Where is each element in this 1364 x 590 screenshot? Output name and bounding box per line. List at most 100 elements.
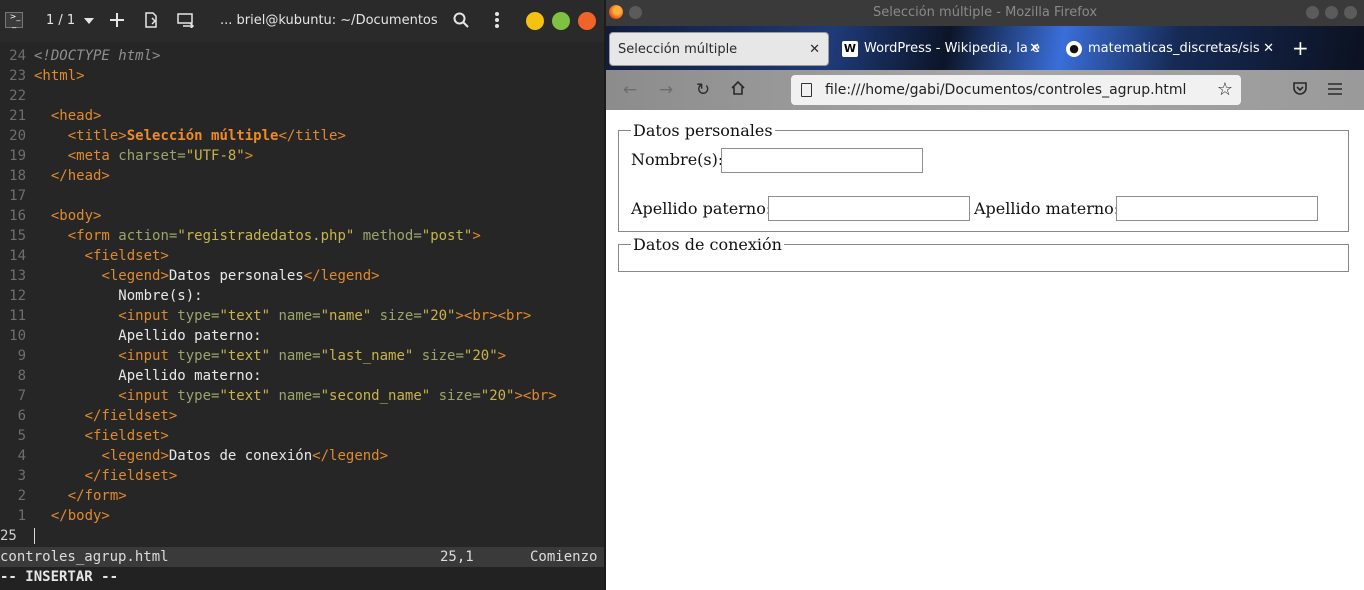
terminal-title: ... briel@kubuntu: ~/Documentos: [220, 13, 438, 28]
tab-counter[interactable]: 1 / 1: [46, 13, 75, 28]
code-line[interactable]: 23 <html>: [0, 66, 604, 86]
new-tab-plus-icon[interactable]: +: [1292, 38, 1309, 58]
line-number: 10: [9, 328, 26, 344]
code-token: size=: [413, 348, 464, 364]
input-apellido-materno[interactable]: [1116, 196, 1318, 221]
code-editor[interactable]: 24 <!DOCTYPE html> 23 <html> 22 21 <head> 20 <…: [0, 46, 604, 546]
code-token: Apellido materno:: [34, 368, 262, 384]
chevron-down-icon[interactable]: [80, 12, 98, 30]
code-line[interactable]: 13 <legend>Datos personales</legend>: [0, 266, 604, 286]
vim-mode-indicator: -- INSERTAR --: [0, 567, 604, 590]
code-token: </form>: [67, 488, 127, 504]
tab-label: matematicas_discretas/sis: [1088, 41, 1260, 56]
fieldset-datos-conexion: Datos de conexión: [618, 235, 1349, 272]
terminal-toolbar: >_ _ 1 / 1 ... briel@kubuntu: ~/Document…: [0, 0, 604, 42]
close-button[interactable]: [578, 12, 596, 30]
code-token: </title>: [278, 128, 346, 144]
code-line[interactable]: 14 <fieldset>: [0, 246, 604, 266]
code-line[interactable]: 9 <input type="text" name="last_name" si…: [0, 346, 604, 366]
line-number: 11: [9, 308, 26, 324]
home-icon[interactable]: [728, 80, 748, 100]
code-token: name=: [270, 348, 321, 364]
code-line[interactable]: 22: [0, 86, 604, 106]
reload-icon[interactable]: ↻: [693, 80, 713, 100]
window-layout-icon[interactable]: [177, 11, 195, 29]
line-number: 13: [9, 268, 26, 284]
menu-kebab-icon[interactable]: [488, 11, 506, 29]
code-token: </head>: [50, 168, 110, 184]
code-token: "text": [219, 308, 271, 324]
code-line[interactable]: 19 <meta charset="UTF-8">: [0, 146, 604, 166]
line-number: 6: [17, 408, 26, 424]
window-maximize-button[interactable]: [1325, 6, 1338, 19]
code-line[interactable]: 1 </body>: [0, 506, 604, 526]
input-apellido-paterno[interactable]: [768, 196, 970, 221]
wikipedia-favicon-icon: W: [842, 40, 858, 57]
hamburger-menu-icon[interactable]: [1325, 80, 1345, 100]
code-line[interactable]: 10 Apellido paterno:: [0, 326, 604, 346]
code-line[interactable]: 25: [0, 526, 604, 546]
tab-seleccion-multiple[interactable]: Selección múltiple ✕: [609, 32, 829, 66]
code-line[interactable]: 18 </head>: [0, 166, 604, 186]
code-line[interactable]: 24 <!DOCTYPE html>: [0, 46, 604, 66]
code-line[interactable]: 17: [0, 186, 604, 206]
tab-wordpress-wikipedia[interactable]: W WordPress - Wikipedia, la e ✕: [842, 32, 1042, 66]
terminal-app-icon[interactable]: >_ _: [5, 12, 23, 28]
code-token: </legend>: [303, 268, 380, 284]
close-icon[interactable]: ✕: [1263, 32, 1274, 66]
code-token: "registradedatos.php": [177, 228, 355, 244]
code-line[interactable]: 20 <title>Selección múltiple</title>: [0, 126, 604, 146]
back-arrow-icon[interactable]: ←: [620, 80, 640, 100]
close-icon[interactable]: ✕: [809, 33, 820, 65]
forward-arrow-icon[interactable]: →: [656, 80, 676, 100]
code-line[interactable]: 2 </form>: [0, 486, 604, 506]
close-icon[interactable]: ✕: [1029, 32, 1040, 66]
code-line[interactable]: 15 <form action="registradedatos.php" me…: [0, 226, 604, 246]
code-line[interactable]: 5 <fieldset>: [0, 426, 604, 446]
code-token: type=: [168, 308, 220, 324]
code-token: <input: [118, 348, 169, 364]
search-icon[interactable]: [452, 11, 470, 29]
status-scroll-location: Comienzo: [530, 549, 598, 565]
split-view-icon[interactable]: [142, 11, 160, 29]
code-token: Apellido paterno:: [34, 328, 262, 344]
line-number: 1: [17, 508, 26, 524]
code-line[interactable]: 11 <input type="text" name="name" size="…: [0, 306, 604, 326]
code-line[interactable]: 3 </fieldset>: [0, 466, 604, 486]
code-line[interactable]: 7 <input type="text" name="second_name" …: [0, 386, 604, 406]
window-minimize-button[interactable]: [1306, 6, 1319, 19]
code-token: <title>: [67, 128, 127, 144]
firefox-titlebar: Selección múltiple - Mozilla Firefox: [606, 0, 1364, 26]
code-token: "20": [463, 348, 498, 364]
code-token: "text": [219, 348, 271, 364]
code-line[interactable]: 8 Apellido materno:: [0, 366, 604, 386]
code-token: <body>: [50, 208, 102, 224]
bookmark-star-icon[interactable]: ☆: [1217, 75, 1233, 105]
code-token: <html>: [34, 68, 85, 84]
code-line[interactable]: 12 Nombre(s):: [0, 286, 604, 306]
code-line[interactable]: 21 <head>: [0, 106, 604, 126]
code-token: <head>: [50, 108, 102, 124]
code-line[interactable]: 6 </fieldset>: [0, 406, 604, 426]
terminal-window: >_ _ 1 / 1 ... briel@kubuntu: ~/Document…: [0, 0, 604, 590]
tab-matematicas-discretas[interactable]: ● matematicas_discretas/sis ✕: [1066, 32, 1276, 66]
code-token: ><br>: [514, 388, 557, 404]
line-number: 24: [9, 48, 26, 64]
code-token: type=: [168, 388, 220, 404]
code-line[interactable]: 16 <body>: [0, 206, 604, 226]
page-icon: [801, 83, 812, 97]
code-line[interactable]: 4 <legend>Datos de conexión</legend>: [0, 446, 604, 466]
line-number: 18: [9, 168, 26, 184]
input-nombre[interactable]: [721, 148, 923, 173]
minimize-button[interactable]: [526, 12, 544, 30]
code-token: size=: [430, 388, 481, 404]
code-token: "post": [421, 228, 473, 244]
address-bar[interactable]: file:///home/gabi/Documentos/controles_a…: [791, 75, 1241, 105]
maximize-button[interactable]: [552, 12, 570, 30]
pocket-icon[interactable]: [1290, 80, 1310, 100]
new-tab-icon[interactable]: [108, 11, 126, 29]
window-close-button[interactable]: [1344, 6, 1357, 19]
